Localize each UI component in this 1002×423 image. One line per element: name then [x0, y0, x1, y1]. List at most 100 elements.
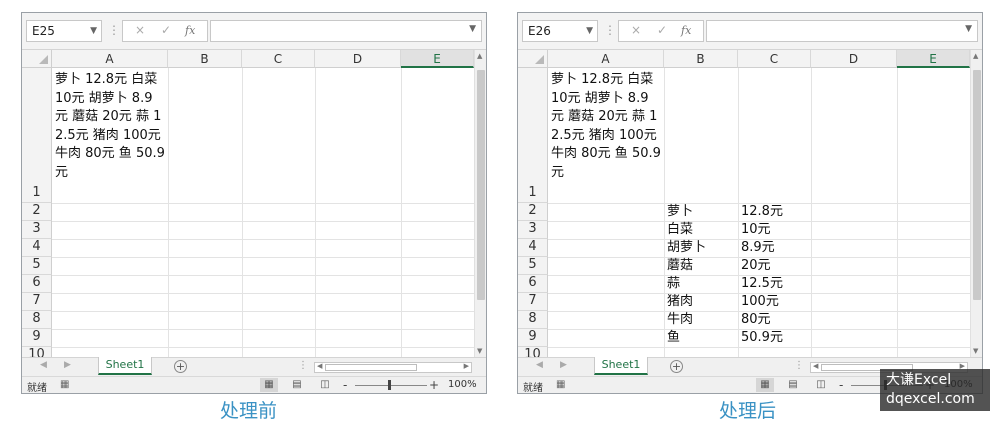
macro-record-icon[interactable]: ▦: [556, 379, 565, 390]
enter-icon[interactable]: ✓: [161, 23, 171, 37]
chevron-down-icon[interactable]: ▼: [90, 21, 97, 41]
cell-b4[interactable]: 胡萝卜: [667, 239, 706, 257]
cell-a1-wrapped-text[interactable]: 萝卜 12.8元 白菜 10元 胡萝卜 8.9元 蘑菇 20元 蒜 12.5元 …: [551, 71, 661, 183]
cancel-icon[interactable]: ×: [631, 23, 641, 37]
column-header-b[interactable]: B: [168, 50, 242, 68]
column-header-b[interactable]: B: [664, 50, 738, 68]
row-header-8[interactable]: 8: [518, 311, 548, 329]
chevron-down-icon[interactable]: ▼: [965, 24, 972, 34]
cell-b8[interactable]: 牛肉: [667, 311, 693, 329]
formula-input[interactable]: ▼: [706, 20, 978, 42]
cell-b6[interactable]: 蒜: [667, 275, 680, 293]
cell-c3[interactable]: 10元: [741, 221, 771, 239]
page-layout-view-icon[interactable]: ▤: [288, 378, 306, 392]
name-box[interactable]: E25 ▼: [26, 20, 102, 42]
row-header-8[interactable]: 8: [22, 311, 52, 329]
row-header-1[interactable]: 1: [518, 68, 548, 203]
column-header-a[interactable]: A: [548, 50, 664, 68]
cell-b5[interactable]: 蘑菇: [667, 257, 693, 275]
cell-c2[interactable]: 12.8元: [741, 203, 783, 221]
row-header-10[interactable]: 10: [22, 347, 52, 357]
cell-c5[interactable]: 20元: [741, 257, 771, 275]
row-header-5[interactable]: 5: [22, 257, 52, 275]
column-header-a[interactable]: A: [52, 50, 168, 68]
select-all-corner[interactable]: [22, 50, 52, 68]
row-header-3[interactable]: 3: [22, 221, 52, 239]
prev-sheet-icon[interactable]: ◀: [40, 360, 47, 370]
sheet-tab-sheet1[interactable]: Sheet1: [594, 357, 648, 375]
page-break-view-icon[interactable]: ◫: [316, 378, 334, 392]
sheet-tab-sheet1[interactable]: Sheet1: [98, 357, 152, 375]
page-layout-view-icon[interactable]: ▤: [784, 378, 802, 392]
chevron-down-icon[interactable]: ▼: [586, 21, 593, 41]
next-sheet-icon[interactable]: ▶: [64, 360, 71, 370]
cell-c7[interactable]: 100元: [741, 293, 779, 311]
insert-function-icon[interactable]: fx: [185, 24, 195, 37]
scroll-left-icon[interactable]: ◀: [813, 362, 818, 370]
worksheet-grid[interactable]: A B C D E 1 2 3 4 5 6 7 8 9 10 萝卜 12.8元 …: [518, 50, 970, 357]
cell-c9[interactable]: 50.9元: [741, 329, 783, 347]
scroll-thumb[interactable]: [477, 70, 485, 300]
row-header-6[interactable]: 6: [22, 275, 52, 293]
row-header-6[interactable]: 6: [518, 275, 548, 293]
scroll-thumb[interactable]: [973, 70, 981, 300]
row-header-2[interactable]: 2: [22, 203, 52, 221]
scroll-thumb[interactable]: [325, 364, 417, 371]
cell-b2[interactable]: 萝卜: [667, 203, 693, 221]
name-box[interactable]: E26 ▼: [522, 20, 598, 42]
row-header-4[interactable]: 4: [22, 239, 52, 257]
prev-sheet-icon[interactable]: ◀: [536, 360, 543, 370]
macro-record-icon[interactable]: ▦: [60, 379, 69, 390]
scroll-up-icon[interactable]: ▲: [973, 52, 978, 60]
cell-b7[interactable]: 猪肉: [667, 293, 693, 311]
tab-split-handle-icon[interactable]: ⋮: [298, 360, 308, 371]
enter-icon[interactable]: ✓: [657, 23, 667, 37]
next-sheet-icon[interactable]: ▶: [560, 360, 567, 370]
row-header-5[interactable]: 5: [518, 257, 548, 275]
row-header-9[interactable]: 9: [22, 329, 52, 347]
column-header-c[interactable]: C: [242, 50, 315, 68]
horizontal-scrollbar[interactable]: ◀ ▶: [314, 362, 472, 373]
cell-b3[interactable]: 白菜: [667, 221, 693, 239]
column-header-e[interactable]: E: [401, 50, 474, 68]
worksheet-grid[interactable]: A B C D E 1 2 3 4 5 6 7 8 9 10 萝卜 12.8元 …: [22, 50, 474, 357]
zoom-slider-thumb[interactable]: [388, 380, 391, 390]
zoom-in-icon[interactable]: +: [429, 378, 439, 392]
zoom-level[interactable]: 100%: [448, 379, 477, 390]
cell-c6[interactable]: 12.5元: [741, 275, 783, 293]
add-sheet-icon[interactable]: +: [174, 360, 187, 373]
scroll-left-icon[interactable]: ◀: [317, 362, 322, 370]
zoom-out-icon[interactable]: -: [839, 378, 843, 392]
normal-view-icon[interactable]: ▦: [756, 378, 774, 392]
row-header-4[interactable]: 4: [518, 239, 548, 257]
cell-b9[interactable]: 鱼: [667, 329, 680, 347]
cancel-icon[interactable]: ×: [135, 23, 145, 37]
column-header-c[interactable]: C: [738, 50, 811, 68]
row-header-10[interactable]: 10: [518, 347, 548, 357]
zoom-slider-track[interactable]: [355, 385, 427, 386]
cell-a1-wrapped-text[interactable]: 萝卜 12.8元 白菜 10元 胡萝卜 8.9元 蘑菇 20元 蒜 12.5元 …: [55, 71, 165, 183]
row-header-1[interactable]: 1: [22, 68, 52, 203]
vertical-scrollbar[interactable]: ▲ ▼: [474, 50, 486, 357]
scroll-right-icon[interactable]: ▶: [464, 362, 469, 370]
scroll-down-icon[interactable]: ▼: [973, 347, 978, 355]
select-all-corner[interactable]: [518, 50, 548, 68]
column-header-e[interactable]: E: [897, 50, 970, 68]
row-header-9[interactable]: 9: [518, 329, 548, 347]
scroll-down-icon[interactable]: ▼: [477, 347, 482, 355]
add-sheet-icon[interactable]: +: [670, 360, 683, 373]
vertical-scrollbar[interactable]: ▲ ▼: [970, 50, 982, 357]
zoom-out-icon[interactable]: -: [343, 378, 347, 392]
cell-c4[interactable]: 8.9元: [741, 239, 775, 257]
chevron-down-icon[interactable]: ▼: [469, 24, 476, 34]
normal-view-icon[interactable]: ▦: [260, 378, 278, 392]
column-header-d[interactable]: D: [315, 50, 401, 68]
insert-function-icon[interactable]: fx: [681, 24, 691, 37]
row-header-3[interactable]: 3: [518, 221, 548, 239]
row-header-7[interactable]: 7: [22, 293, 52, 311]
cell-c8[interactable]: 80元: [741, 311, 771, 329]
tab-split-handle-icon[interactable]: ⋮: [794, 360, 804, 371]
page-break-view-icon[interactable]: ◫: [812, 378, 830, 392]
row-header-2[interactable]: 2: [518, 203, 548, 221]
row-header-7[interactable]: 7: [518, 293, 548, 311]
